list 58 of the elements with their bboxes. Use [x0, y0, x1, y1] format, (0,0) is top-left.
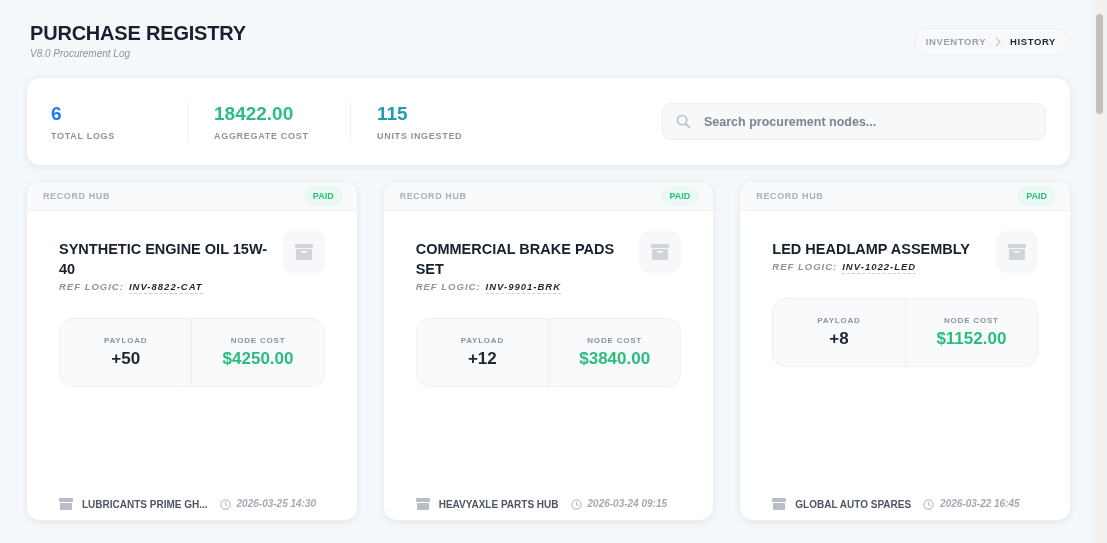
store-icon — [415, 498, 430, 510]
record-title: COMMERCIAL BRAKE PADS SET — [415, 240, 616, 279]
record-title: SYNTHETIC ENGINE OIL 15W-40 — [59, 240, 269, 279]
chevron-icon — [995, 36, 1002, 47]
metric-label: NODE COST — [587, 336, 643, 345]
record-title: LED HEADLAMP ASSEMBLY — [772, 240, 970, 259]
stat-value: 115 — [377, 102, 409, 125]
stat-label: UNITS INGESTED — [377, 130, 464, 141]
scrollbar[interactable] — [1092, 0, 1107, 543]
page-title: PURCHASE REGISTRY — [30, 22, 246, 45]
archive-icon — [650, 242, 671, 262]
breadcrumb-link[interactable]: HISTORY — [1010, 36, 1056, 47]
ref-code: INV-9901-BRK — [485, 281, 562, 294]
archive-icon — [1007, 242, 1027, 262]
ref-label: REF LOGIC: — [772, 261, 838, 274]
archive-button[interactable] — [639, 231, 682, 273]
card-header-label: RECORD HUB — [756, 191, 824, 201]
stat-label: TOTAL LOGS — [51, 130, 116, 141]
status-badge: PAID — [303, 187, 343, 205]
ref-code: INV-1022-LED — [842, 261, 917, 274]
metric-label: PAYLOAD — [103, 336, 148, 345]
ref-label: REF LOGIC: — [415, 281, 481, 294]
ref-code: INV-8822-CAT — [128, 281, 203, 294]
stat-value: 18422.00 — [214, 102, 295, 125]
card-header-label: RECORD HUB — [43, 191, 110, 201]
stat-value: 6 — [51, 102, 63, 125]
page-subtitle: V8.0 Procurement Log — [30, 48, 132, 59]
metric-label: NODE COST — [943, 316, 999, 325]
clock-icon — [923, 498, 935, 510]
payload-value: +50 — [111, 349, 141, 369]
vendor-name: HEAVYAXLE PARTS HUB — [438, 498, 559, 510]
archive-button[interactable] — [996, 231, 1038, 273]
cost-value: $4250.00 — [222, 349, 294, 369]
store-icon — [59, 498, 73, 510]
stat-label: AGGREGATE COST — [214, 130, 310, 141]
record-date: 2026-03-22 16:45 — [940, 497, 1020, 511]
payload-value: +8 — [829, 329, 849, 349]
archive-button[interactable] — [282, 231, 325, 273]
record-date: 2026-03-25 14:30 — [236, 497, 317, 511]
clock-icon — [570, 498, 582, 510]
metric-label: NODE COST — [230, 336, 286, 345]
metric-label: PAYLOAD — [817, 316, 861, 325]
clock-icon — [219, 498, 231, 510]
metric-label: PAYLOAD — [460, 336, 505, 345]
archive-icon — [293, 242, 314, 262]
vendor-name: GLOBAL AUTO SPARES — [795, 498, 912, 510]
status-badge: PAID — [660, 187, 700, 205]
cost-value: $1152.00 — [936, 329, 1007, 349]
cost-value: $3840.00 — [579, 349, 651, 369]
scrollbar-thumb[interactable] — [1096, 14, 1103, 114]
store-icon — [772, 498, 787, 510]
status-badge: PAID — [1017, 187, 1056, 205]
ref-label: REF LOGIC: — [59, 281, 124, 294]
card-header-label: RECORD HUB — [399, 191, 467, 201]
record-date: 2026-03-24 09:15 — [587, 497, 668, 511]
search-field[interactable]: Search procurement nodes... — [662, 103, 1046, 140]
payload-value: +12 — [467, 349, 497, 369]
vendor-name: LUBRICANTS PRIME GH... — [82, 498, 208, 510]
